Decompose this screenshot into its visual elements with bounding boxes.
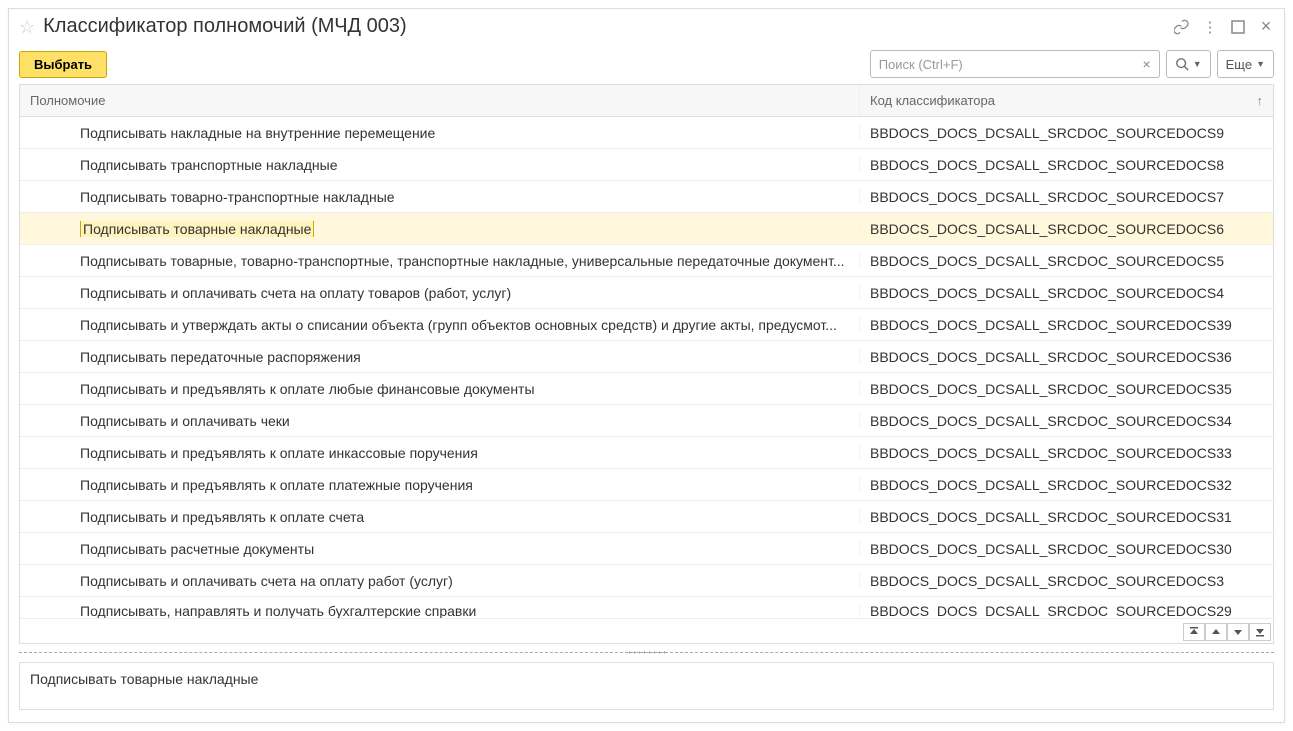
table-row[interactable]: Подписывать транспортные накладныеBBDOCS…: [20, 149, 1273, 181]
maximize-icon[interactable]: [1230, 19, 1246, 35]
cell-code: BBDOCS_DOCS_DCSALL_SRCDOC_SOURCEDOCS39: [860, 317, 1273, 333]
cell-code: BBDOCS_DOCS_DCSALL_SRCDOC_SOURCEDOCS7: [860, 189, 1273, 205]
cell-name: Подписывать товарно-транспортные накладн…: [20, 189, 860, 205]
kebab-menu-icon[interactable]: ⋮: [1202, 19, 1218, 35]
table-row[interactable]: Подписывать товарно-транспортные накладн…: [20, 181, 1273, 213]
chevron-down-icon: ▼: [1193, 59, 1202, 69]
cell-code: BBDOCS_DOCS_DCSALL_SRCDOC_SOURCEDOCS5: [860, 253, 1273, 269]
close-icon[interactable]: ×: [1258, 19, 1274, 35]
cell-name: Подписывать передаточные распоряжения: [20, 349, 860, 365]
arrow-up-icon: [1211, 627, 1221, 637]
cell-code: BBDOCS_DOCS_DCSALL_SRCDOC_SOURCEDOCS30: [860, 541, 1273, 557]
search-dropdown-button[interactable]: ▼: [1166, 50, 1211, 78]
toolbar: Выбрать × ▼ Еще ▼: [9, 44, 1284, 84]
cell-code: BBDOCS_DOCS_DCSALL_SRCDOC_SOURCEDOCS29: [860, 603, 1273, 619]
cell-code: BBDOCS_DOCS_DCSALL_SRCDOC_SOURCEDOCS34: [860, 413, 1273, 429]
column-header-name[interactable]: Полномочие: [20, 85, 860, 116]
cell-code: BBDOCS_DOCS_DCSALL_SRCDOC_SOURCEDOCS9: [860, 125, 1273, 141]
column-header-code[interactable]: Код классификатора ↑: [860, 85, 1273, 116]
cell-name: Подписывать, направлять и получать бухга…: [20, 603, 860, 619]
table-row[interactable]: Подписывать и оплачивать чекиBBDOCS_DOCS…: [20, 405, 1273, 437]
nav-first-button[interactable]: [1183, 623, 1205, 641]
cell-code: BBDOCS_DOCS_DCSALL_SRCDOC_SOURCEDOCS35: [860, 381, 1273, 397]
table-row[interactable]: Подписывать и предъявлять к оплате счета…: [20, 501, 1273, 533]
table-row[interactable]: Подписывать, направлять и получать бухга…: [20, 597, 1273, 619]
window: ☆ Классификатор полномочий (МЧД 003) ⋮ ×…: [8, 8, 1285, 723]
detail-panel: Подписывать товарные накладные: [19, 662, 1274, 710]
cell-code: BBDOCS_DOCS_DCSALL_SRCDOC_SOURCEDOCS3: [860, 573, 1273, 589]
page-title: Классификатор полномочий (МЧД 003): [43, 15, 1166, 38]
table-row[interactable]: Подписывать товарные накладныеBBDOCS_DOC…: [20, 213, 1273, 245]
cell-name: Подписывать и предъявлять к оплате любые…: [20, 381, 860, 397]
cell-name: Подписывать и оплачивать счета на оплату…: [20, 285, 860, 301]
arrow-down-icon: [1233, 627, 1243, 637]
cell-name: Подписывать и предъявлять к оплате плате…: [20, 477, 860, 493]
link-icon[interactable]: [1174, 19, 1190, 35]
more-label: Еще: [1226, 57, 1252, 72]
search-input[interactable]: [879, 57, 1139, 72]
nav-last-button[interactable]: [1249, 623, 1271, 641]
favorite-star-icon[interactable]: ☆: [19, 18, 35, 36]
cell-code: BBDOCS_DOCS_DCSALL_SRCDOC_SOURCEDOCS6: [860, 221, 1273, 237]
table-body: Подписывать накладные на внутренние пере…: [20, 117, 1273, 643]
cell-name: Подписывать и предъявлять к оплате счета: [20, 509, 860, 525]
cell-name: Подписывать и оплачивать чеки: [20, 413, 860, 429]
table: Полномочие Код классификатора ↑ Подписыв…: [19, 84, 1274, 644]
search-box[interactable]: ×: [870, 50, 1160, 78]
table-header: Полномочие Код классификатора ↑: [20, 85, 1273, 117]
table-row[interactable]: Подписывать расчетные документыBBDOCS_DO…: [20, 533, 1273, 565]
nav-down-button[interactable]: [1227, 623, 1249, 641]
chevron-down-icon: ▼: [1256, 59, 1265, 69]
cell-code: BBDOCS_DOCS_DCSALL_SRCDOC_SOURCEDOCS32: [860, 477, 1273, 493]
cell-code: BBDOCS_DOCS_DCSALL_SRCDOC_SOURCEDOCS36: [860, 349, 1273, 365]
table-row[interactable]: Подписывать и оплачивать счета на оплату…: [20, 277, 1273, 309]
cell-code: BBDOCS_DOCS_DCSALL_SRCDOC_SOURCEDOCS8: [860, 157, 1273, 173]
cell-name: Подписывать и оплачивать счета на оплату…: [20, 573, 860, 589]
window-icons: ⋮ ×: [1174, 19, 1274, 35]
cell-code: BBDOCS_DOCS_DCSALL_SRCDOC_SOURCEDOCS33: [860, 445, 1273, 461]
nav-buttons: [1183, 623, 1271, 641]
table-row[interactable]: Подписывать накладные на внутренние пере…: [20, 117, 1273, 149]
table-row[interactable]: Подписывать и предъявлять к оплате плате…: [20, 469, 1273, 501]
select-button[interactable]: Выбрать: [19, 51, 107, 78]
table-row[interactable]: Подписывать и утверждать акты о списании…: [20, 309, 1273, 341]
cell-code: BBDOCS_DOCS_DCSALL_SRCDOC_SOURCEDOCS4: [860, 285, 1273, 301]
cell-name: Подписывать расчетные документы: [20, 541, 860, 557]
arrow-bottom-icon: [1255, 627, 1265, 637]
table-row[interactable]: Подписывать и предъявлять к оплате любые…: [20, 373, 1273, 405]
magnifier-icon: [1175, 57, 1189, 71]
titlebar: ☆ Классификатор полномочий (МЧД 003) ⋮ ×: [9, 9, 1284, 44]
table-row[interactable]: Подписывать и предъявлять к оплате инкас…: [20, 437, 1273, 469]
splitter[interactable]: [19, 652, 1274, 658]
cell-name: Подписывать транспортные накладные: [20, 157, 860, 173]
sort-asc-icon: ↑: [1257, 93, 1264, 108]
more-button[interactable]: Еще ▼: [1217, 50, 1274, 78]
table-row[interactable]: Подписывать и оплачивать счета на оплату…: [20, 565, 1273, 597]
cell-name: Подписывать товарные накладные: [20, 221, 860, 237]
cell-name: Подписывать накладные на внутренние пере…: [20, 125, 860, 141]
cell-name: Подписывать и утверждать акты о списании…: [20, 317, 860, 333]
search-clear-icon[interactable]: ×: [1139, 56, 1155, 72]
cell-name: Подписывать товарные, товарно-транспортн…: [20, 253, 860, 269]
cell-name: Подписывать и предъявлять к оплате инкас…: [20, 445, 860, 461]
nav-up-button[interactable]: [1205, 623, 1227, 641]
table-row[interactable]: Подписывать товарные, товарно-транспортн…: [20, 245, 1273, 277]
table-row[interactable]: Подписывать передаточные распоряженияBBD…: [20, 341, 1273, 373]
cell-code: BBDOCS_DOCS_DCSALL_SRCDOC_SOURCEDOCS31: [860, 509, 1273, 525]
arrow-top-icon: [1189, 627, 1199, 637]
